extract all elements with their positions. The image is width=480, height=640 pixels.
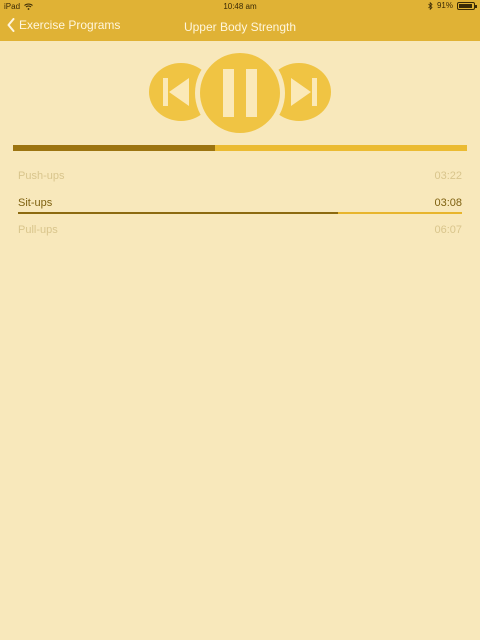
track-duration: 03:22	[434, 170, 462, 182]
track-name: Pull-ups	[18, 224, 58, 236]
track-item-push-ups[interactable]: Push-ups 03:22	[18, 170, 462, 190]
pause-button[interactable]	[195, 48, 285, 138]
page-title: Upper Body Strength	[183, 20, 297, 34]
status-right: 91%	[428, 1, 477, 10]
battery-icon	[457, 1, 477, 10]
overall-progress-fill	[13, 145, 216, 151]
app-root: iPad 10:48 am 91% Exercise Programs Uppe…	[0, 0, 480, 640]
track-progress-bar[interactable]	[18, 212, 462, 214]
track-progress-fill	[18, 212, 338, 214]
bluetooth-icon	[428, 1, 433, 10]
track-item-sit-ups[interactable]: Sit-ups 03:08	[18, 197, 462, 217]
status-bar: iPad 10:48 am 91%	[0, 0, 480, 13]
battery-percent: 91%	[436, 1, 453, 10]
battery-level	[459, 3, 472, 8]
track-duration: 06:07	[434, 224, 462, 236]
track-name: Push-ups	[18, 170, 65, 182]
status-time: 10:48 am	[223, 2, 257, 11]
navigation-bar: Exercise Programs Upper Body Strength	[0, 13, 480, 41]
overall-progress-bar[interactable]	[13, 145, 467, 151]
player-controls	[0, 41, 480, 141]
track-name: Sit-ups	[18, 197, 53, 209]
track-duration: 03:08	[434, 197, 462, 209]
track-item-pull-ups[interactable]: Pull-ups 06:07	[18, 224, 462, 244]
